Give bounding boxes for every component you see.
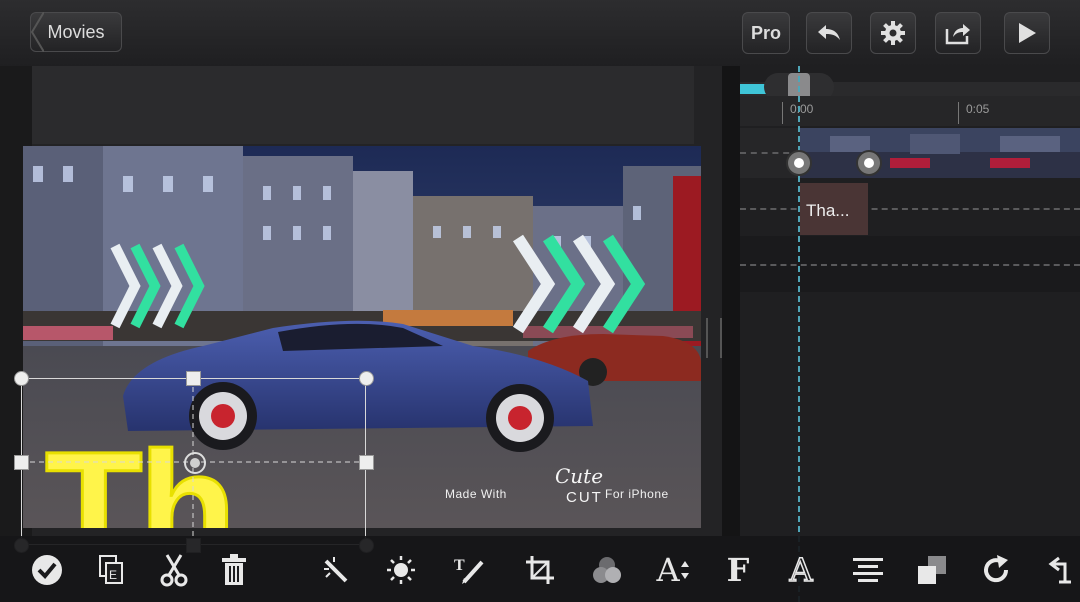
clip-end-knob[interactable] bbox=[856, 150, 882, 176]
play-icon bbox=[1019, 23, 1036, 43]
layers-icon bbox=[918, 556, 946, 584]
color-circles-icon bbox=[593, 557, 621, 583]
share-button[interactable] bbox=[935, 12, 981, 54]
ruler-label-start: 0:00 bbox=[790, 102, 814, 116]
font-size-button[interactable]: A bbox=[653, 550, 693, 590]
svg-text:E: E bbox=[109, 568, 117, 582]
rotate-button[interactable] bbox=[976, 550, 1016, 590]
ruler-tick bbox=[958, 102, 959, 124]
pro-button[interactable]: Pro bbox=[742, 12, 790, 54]
crop-icon bbox=[526, 556, 554, 584]
delete-button[interactable] bbox=[214, 550, 254, 590]
pro-label: Pro bbox=[750, 22, 781, 43]
share-icon bbox=[945, 24, 970, 45]
layer-order-button[interactable] bbox=[912, 550, 952, 590]
resize-handle-top-left[interactable] bbox=[14, 371, 29, 386]
text-outline-icon: A bbox=[789, 550, 814, 590]
brightness-icon bbox=[387, 556, 415, 584]
undo-button[interactable] bbox=[806, 12, 852, 54]
panel-divider[interactable] bbox=[722, 66, 740, 536]
audio-track-dashes bbox=[740, 264, 1080, 266]
duplicate-icon: E bbox=[99, 555, 123, 584]
font-icon: F bbox=[726, 551, 750, 589]
ruler-tick bbox=[782, 102, 783, 124]
settings-button[interactable] bbox=[870, 12, 916, 54]
align-button[interactable] bbox=[848, 550, 888, 590]
back-button-label: Movies bbox=[47, 21, 105, 42]
rotate-handle-icon[interactable] bbox=[182, 450, 208, 476]
top-bar: Movies Pro bbox=[0, 0, 1080, 67]
flip-icon bbox=[1048, 556, 1071, 584]
svg-text:T: T bbox=[454, 557, 465, 574]
checkmark-icon bbox=[32, 555, 62, 585]
resize-handle-top[interactable] bbox=[186, 371, 201, 386]
split-button[interactable] bbox=[154, 550, 194, 590]
clip-start-knob[interactable] bbox=[786, 150, 812, 176]
align-center-icon bbox=[853, 558, 883, 582]
resize-handle-right[interactable] bbox=[359, 455, 374, 470]
scissors-icon bbox=[160, 554, 188, 587]
resize-handle-top-right[interactable] bbox=[359, 371, 374, 386]
text-edit-button[interactable]: T bbox=[450, 550, 490, 590]
text-clip-label: Tha... bbox=[806, 201, 850, 220]
resize-handle-left[interactable] bbox=[14, 455, 29, 470]
gear-icon bbox=[881, 21, 905, 45]
effects-button[interactable] bbox=[315, 550, 355, 590]
play-button[interactable] bbox=[1004, 12, 1050, 54]
text-edit-icon: T bbox=[454, 557, 484, 584]
font-button[interactable]: F bbox=[718, 550, 758, 590]
confirm-button[interactable] bbox=[27, 550, 67, 590]
trash-icon bbox=[222, 554, 246, 585]
back-button[interactable]: Movies bbox=[30, 12, 122, 52]
video-clip-thumbnails[interactable] bbox=[800, 128, 1080, 178]
preview-top-area bbox=[32, 66, 694, 144]
font-size-icon: A bbox=[656, 551, 680, 589]
playhead-line[interactable] bbox=[798, 66, 800, 602]
ruler-label-five: 0:05 bbox=[966, 102, 990, 116]
chevron-left-icon bbox=[30, 12, 44, 52]
text-track-dashes bbox=[740, 208, 1080, 210]
rotate-icon bbox=[984, 555, 1009, 583]
magic-wand-icon bbox=[324, 557, 348, 583]
text-clip[interactable]: Tha... bbox=[800, 183, 868, 235]
text-outline-button[interactable]: A bbox=[781, 550, 821, 590]
flip-button[interactable] bbox=[1040, 550, 1080, 590]
font-size-arrows-icon bbox=[680, 561, 689, 579]
duplicate-button[interactable]: E bbox=[91, 550, 131, 590]
undo-icon bbox=[818, 25, 840, 40]
brightness-button[interactable] bbox=[381, 550, 421, 590]
color-button[interactable] bbox=[587, 550, 627, 590]
divider-grip[interactable] bbox=[706, 318, 722, 358]
crop-button[interactable] bbox=[520, 550, 560, 590]
